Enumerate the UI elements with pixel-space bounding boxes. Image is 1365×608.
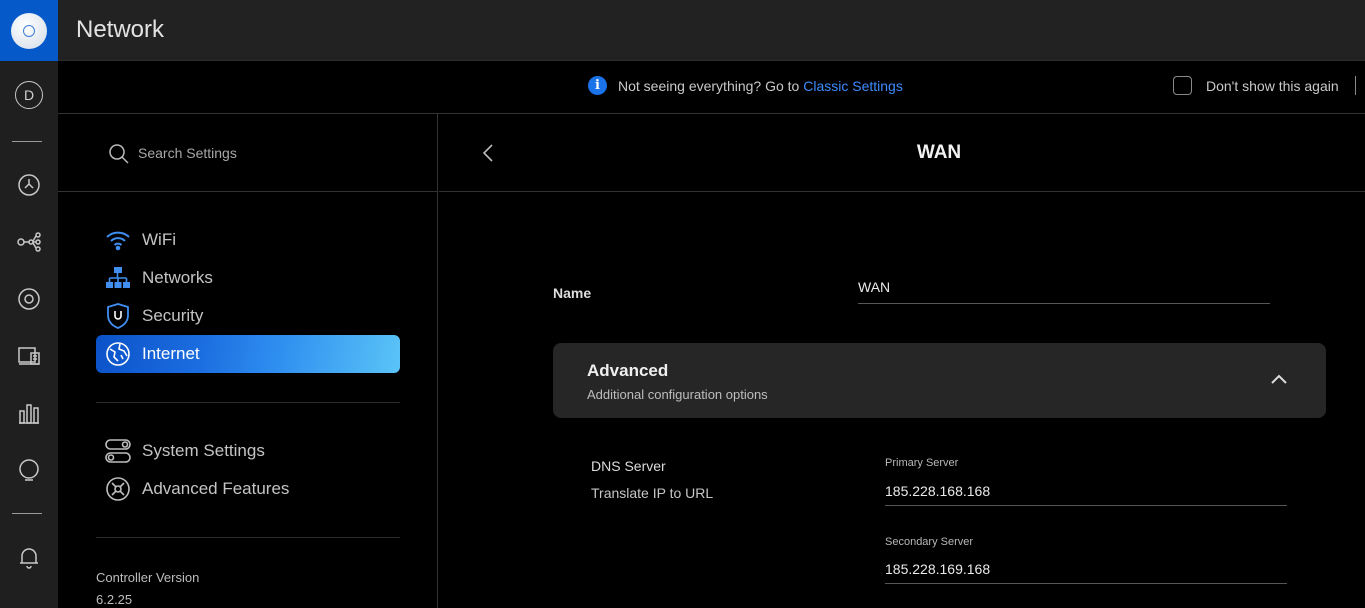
rail-divider	[12, 513, 42, 514]
sidebar-item-label: System Settings	[142, 441, 265, 460]
notice-divider	[1355, 76, 1356, 95]
dns-server-sublabel: Translate IP to URL	[591, 485, 714, 501]
secondary-server-value: 185.228.169.168	[885, 561, 991, 577]
devices-icon[interactable]	[0, 279, 58, 319]
dont-show-checkbox[interactable]	[1173, 76, 1192, 95]
chevron-up-icon[interactable]	[1268, 370, 1290, 388]
search-icon	[109, 144, 129, 164]
sidebar-item-label: Internet	[142, 344, 200, 363]
wan-settings-panel: WAN Name WAN Advanced Additional configu…	[439, 114, 1365, 608]
sidebar-item-security[interactable]: Security	[96, 297, 400, 335]
name-input[interactable]: WAN	[858, 276, 1270, 304]
search-input[interactable]	[138, 142, 398, 164]
user-avatar[interactable]: D	[0, 75, 58, 115]
sidebar-item-label: WiFi	[142, 230, 176, 249]
sidebar-item-internet[interactable]: Internet	[96, 335, 400, 373]
name-input-value: WAN	[858, 279, 891, 295]
controller-version-value: 6.2.25	[96, 592, 133, 607]
app-header: Network	[58, 0, 1365, 61]
app-title: Network	[76, 16, 165, 43]
classic-settings-notice: i Not seeing everything? Go to Classic S…	[58, 61, 1365, 114]
wifi-icon	[104, 226, 132, 254]
controller-version-label: Controller Version	[96, 570, 200, 585]
dont-show-label[interactable]: Don't show this again	[1206, 78, 1339, 94]
notifications-icon[interactable]	[0, 537, 58, 577]
page-title: WAN	[916, 142, 962, 163]
sidebar-item-label: Security	[142, 306, 204, 325]
insights-icon[interactable]	[0, 450, 58, 490]
sidebar-item-label: Networks	[142, 268, 213, 287]
rail-divider	[12, 141, 42, 142]
search-bar	[58, 114, 438, 192]
dashboard-icon[interactable]	[0, 165, 58, 205]
primary-server-label: Primary Server	[885, 457, 959, 469]
notice-message: Not seeing everything? Go to Classic Set…	[618, 78, 903, 94]
toggle-icon	[104, 437, 132, 465]
app-logo-icon[interactable]	[0, 0, 58, 61]
content-header: WAN	[439, 114, 1365, 192]
sidebar-item-advanced-features[interactable]: Advanced Features	[96, 470, 400, 508]
sidebar-item-networks[interactable]: Networks	[96, 259, 400, 297]
secondary-server-label: Secondary Server	[885, 536, 974, 548]
primary-server-input[interactable]: 185.228.168.168	[885, 478, 1287, 506]
tools-icon	[104, 475, 132, 503]
sidebar-divider	[96, 402, 400, 403]
name-label: Name	[553, 285, 592, 301]
secondary-server-input[interactable]: 185.228.169.168	[885, 556, 1287, 584]
classic-settings-link[interactable]: Classic Settings	[803, 78, 903, 94]
clients-icon[interactable]	[0, 336, 58, 376]
sidebar-item-wifi[interactable]: WiFi	[96, 221, 400, 259]
info-icon: i	[588, 76, 607, 95]
sidebar-item-label: Advanced Features	[142, 479, 290, 498]
sidebar-divider	[96, 537, 400, 538]
topology-icon[interactable]	[0, 222, 58, 262]
networks-icon	[104, 264, 132, 292]
globe-icon	[104, 340, 132, 368]
statistics-icon[interactable]	[0, 393, 58, 433]
shield-icon	[104, 302, 132, 330]
advanced-section-toggle[interactable]: Advanced Additional configuration option…	[553, 343, 1326, 418]
dns-server-label: DNS Server	[591, 458, 666, 474]
settings-sidebar: WiFi Networks Security Internet System S…	[58, 114, 438, 608]
advanced-title: Advanced	[587, 361, 669, 380]
primary-server-value: 185.228.168.168	[885, 483, 991, 499]
sidebar-item-system-settings[interactable]: System Settings	[96, 432, 400, 470]
advanced-subtitle: Additional configuration options	[587, 387, 768, 402]
app-rail: D	[0, 0, 58, 608]
